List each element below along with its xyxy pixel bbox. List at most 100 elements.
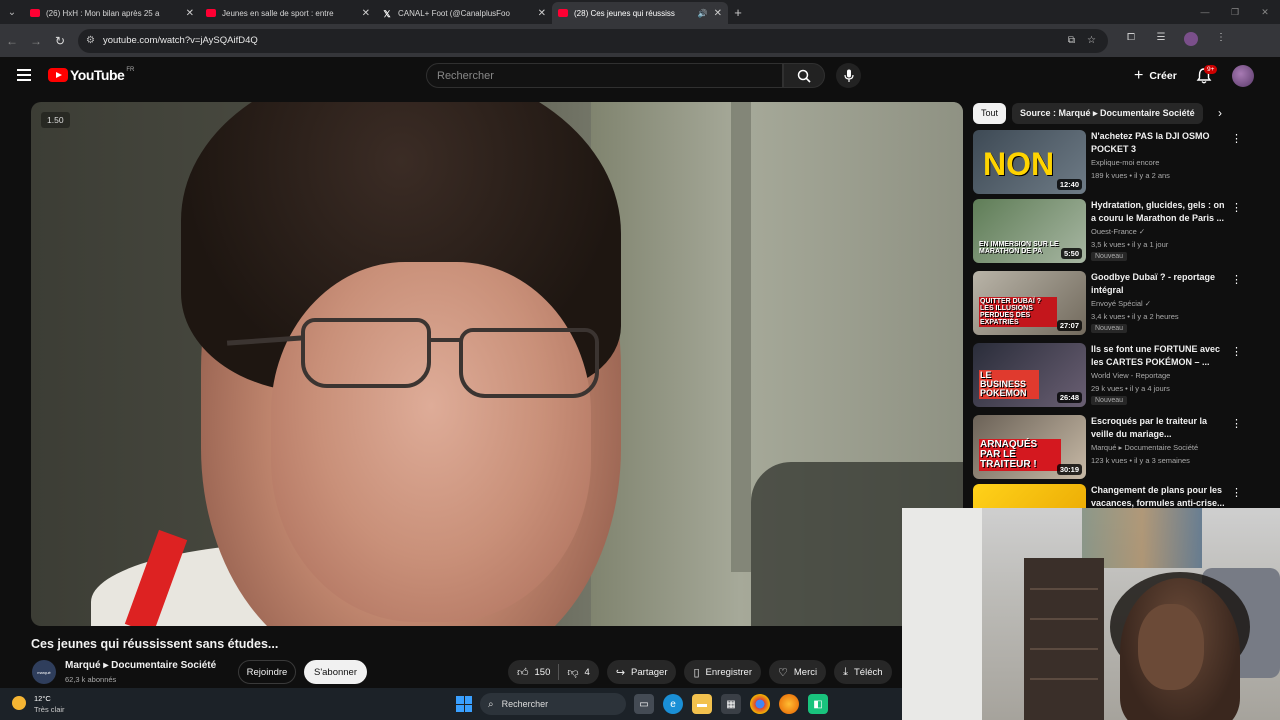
site-info-icon[interactable]: ⚙ (86, 35, 95, 46)
browser-tab-3[interactable]: (28) Ces jeunes qui réussiss 🔊 ✕ (552, 2, 728, 24)
weather-temperature[interactable]: 12°C (34, 694, 51, 703)
more-options-icon[interactable]: ⋮ (1231, 345, 1242, 358)
recommendation-title[interactable]: Changement de plans pour les vacances, f… (1091, 484, 1231, 508)
recommendation-title[interactable]: N'achetez PAS la DJI OSMO POCKET 3 (1091, 130, 1231, 156)
browser-menu-icon[interactable]: ⋮ (1206, 32, 1236, 49)
reading-list-icon[interactable]: ☰ (1146, 32, 1176, 49)
recommendation-channel[interactable]: World View - Reportage (1091, 371, 1170, 380)
thumbnail-overlay-text: NON (983, 146, 1055, 182)
minimize-icon[interactable]: — (1190, 0, 1220, 24)
plus-icon: + (1134, 67, 1144, 84)
search-button[interactable] (783, 63, 825, 88)
chip-source[interactable]: Source : Marqué ▸ Documentaire Société (1012, 102, 1203, 124)
video-thumbnail[interactable]: NON 12:40 (973, 130, 1086, 194)
install-app-icon[interactable]: ⧉ (1068, 35, 1075, 46)
browser-tab-1[interactable]: Jeunes en salle de sport : entre ✕ (200, 2, 376, 24)
taskbar-search[interactable]: ⌕ Rechercher (480, 693, 626, 715)
youtube-logo[interactable]: YouTube FR (48, 67, 134, 83)
video-thumbnail[interactable] (973, 484, 1086, 508)
video-thumbnail[interactable]: EN IMMERSION SUR LE MARATHON DE PA 5:50 (973, 199, 1086, 263)
recommendation-channel[interactable]: Explique-moi encore (1091, 158, 1159, 167)
tab-search-icon[interactable]: ⌄ (0, 0, 24, 24)
video-thumbnail[interactable]: LE BUSINESS POKEMON 26:48 (973, 343, 1086, 407)
recommendation-title[interactable]: Hydratation, glucides, gels : on a couru… (1091, 199, 1231, 225)
chip-all[interactable]: Tout (973, 102, 1007, 124)
new-tab-button[interactable]: + (728, 5, 748, 20)
speaker-icon[interactable]: 🔊 (698, 9, 708, 18)
save-button[interactable]: ▯ Enregistrer (684, 660, 762, 684)
browser-extension-icons: ⧠ ☰ ⋮ (1116, 32, 1236, 49)
channel-name[interactable]: Marqué ▸ Documentaire Société (65, 660, 216, 671)
recommendation-channel[interactable]: Envoyé Spécial ✓ (1091, 299, 1151, 308)
thanks-button[interactable]: ♡ Merci (769, 660, 827, 684)
recommendation-title[interactable]: Ils se font une FORTUNE avec les CARTES … (1091, 343, 1231, 369)
video-player[interactable]: 1.50 (31, 102, 963, 626)
like-count[interactable]: 150 (535, 667, 551, 678)
thumbs-down-icon[interactable]: 👎︎ (567, 666, 578, 679)
recommendation-item[interactable]: Changement de plans pour les vacances, f… (973, 484, 1253, 508)
more-options-icon[interactable]: ⋮ (1231, 201, 1242, 214)
browser-tab-0[interactable]: (26) HxH : Mon bilan après 25 a ✕ (24, 2, 200, 24)
edge-icon[interactable]: e (663, 694, 683, 714)
share-button[interactable]: ↪ Partager (606, 660, 677, 684)
more-options-icon[interactable]: ⋮ (1231, 486, 1242, 499)
close-icon[interactable]: ✕ (538, 8, 546, 19)
taskbar-search-label: Rechercher (501, 699, 549, 709)
recommendation-item[interactable]: LE BUSINESS POKEMON 26:48 Ils se font un… (973, 343, 1253, 409)
thumbs-up-icon[interactable]: 👍︎ (517, 666, 529, 679)
youtube-icon (206, 9, 216, 17)
forward-arrow-icon[interactable]: → (24, 34, 48, 48)
more-options-icon[interactable]: ⋮ (1231, 132, 1242, 145)
weather-sun-icon[interactable] (12, 696, 26, 710)
video-thumbnail[interactable]: QUITTER DUBAÏ ? LES ILLUSIONS PERDUES DE… (973, 271, 1086, 335)
account-avatar[interactable] (1232, 65, 1254, 87)
app-icon[interactable]: ◧ (808, 694, 828, 714)
bookmark-star-icon[interactable]: ☆ (1087, 35, 1096, 46)
firefox-icon[interactable] (779, 694, 799, 714)
url-text[interactable]: youtube.com/watch?v=jAySQAifD4Q (103, 35, 1068, 46)
tab-title: (28) Ces jeunes qui réussiss (574, 8, 675, 18)
more-options-icon[interactable]: ⋮ (1231, 417, 1242, 430)
youtube-icon (30, 9, 40, 17)
recommendation-item[interactable]: EN IMMERSION SUR LE MARATHON DE PA 5:50 … (973, 199, 1253, 265)
recommendation-channel[interactable]: Marqué ▸ Documentaire Société (1091, 443, 1198, 452)
back-arrow-icon[interactable]: ← (0, 34, 24, 48)
recommendation-item[interactable]: QUITTER DUBAÏ ? LES ILLUSIONS PERDUES DE… (973, 271, 1253, 337)
download-button[interactable]: ⤓ Téléch (834, 660, 892, 684)
recommendation-channel[interactable]: Ouest-France ✓ (1091, 227, 1145, 236)
bookshelf (1024, 558, 1104, 720)
maximize-icon[interactable]: ❐ (1220, 0, 1250, 24)
voice-search-button[interactable] (836, 63, 861, 88)
chrome-icon[interactable] (750, 694, 770, 714)
video-duration: 5:50 (1060, 248, 1082, 259)
close-icon[interactable]: ✕ (714, 8, 722, 19)
recommendation-title[interactable]: Goodbye Dubaï ? - reportage intégral (1091, 271, 1231, 297)
address-bar[interactable]: ⚙ youtube.com/watch?v=jAySQAifD4Q ⧉ ☆ (78, 28, 1108, 53)
microsoft-store-icon[interactable]: ▦ (721, 694, 741, 714)
chevron-right-icon[interactable]: › (1218, 106, 1222, 120)
video-duration: 30:19 (1056, 464, 1082, 475)
browser-tab-2[interactable]: 𝕏 CANAL+ Foot (@CanalplusFoo ✕ (376, 2, 552, 24)
reload-icon[interactable]: ↻ (48, 34, 72, 48)
recommendation-title[interactable]: Escroqués par le traiteur la veille du m… (1091, 415, 1231, 441)
more-options-icon[interactable]: ⋮ (1231, 273, 1242, 286)
join-button[interactable]: Rejoindre (238, 660, 296, 684)
windows-start-icon[interactable] (456, 696, 472, 712)
menu-hamburger-icon[interactable] (17, 69, 31, 81)
file-explorer-icon[interactable]: ▬ (692, 694, 712, 714)
weather-condition[interactable]: Très clair (34, 705, 65, 714)
recommendation-item[interactable]: ARNAQUÉS PAR LE TRAITEUR ! 30:19 Escroqu… (973, 415, 1253, 481)
task-view-icon[interactable]: ▭ (634, 694, 654, 714)
dislike-count[interactable]: 4 (585, 667, 590, 678)
channel-avatar[interactable]: marqué (32, 660, 56, 684)
profile-avatar[interactable] (1176, 32, 1206, 49)
create-button[interactable]: + Créer (1126, 65, 1185, 87)
subscribe-button[interactable]: S'abonner (304, 660, 367, 684)
search-input[interactable] (437, 69, 782, 82)
close-window-icon[interactable]: ✕ (1250, 0, 1280, 24)
close-icon[interactable]: ✕ (362, 8, 370, 19)
close-icon[interactable]: ✕ (186, 8, 194, 19)
video-thumbnail[interactable]: ARNAQUÉS PAR LE TRAITEUR ! 30:19 (973, 415, 1086, 479)
recommendation-item[interactable]: NON 12:40 N'achetez PAS la DJI OSMO POCK… (973, 130, 1253, 196)
extensions-icon[interactable]: ⧠ (1116, 32, 1146, 49)
